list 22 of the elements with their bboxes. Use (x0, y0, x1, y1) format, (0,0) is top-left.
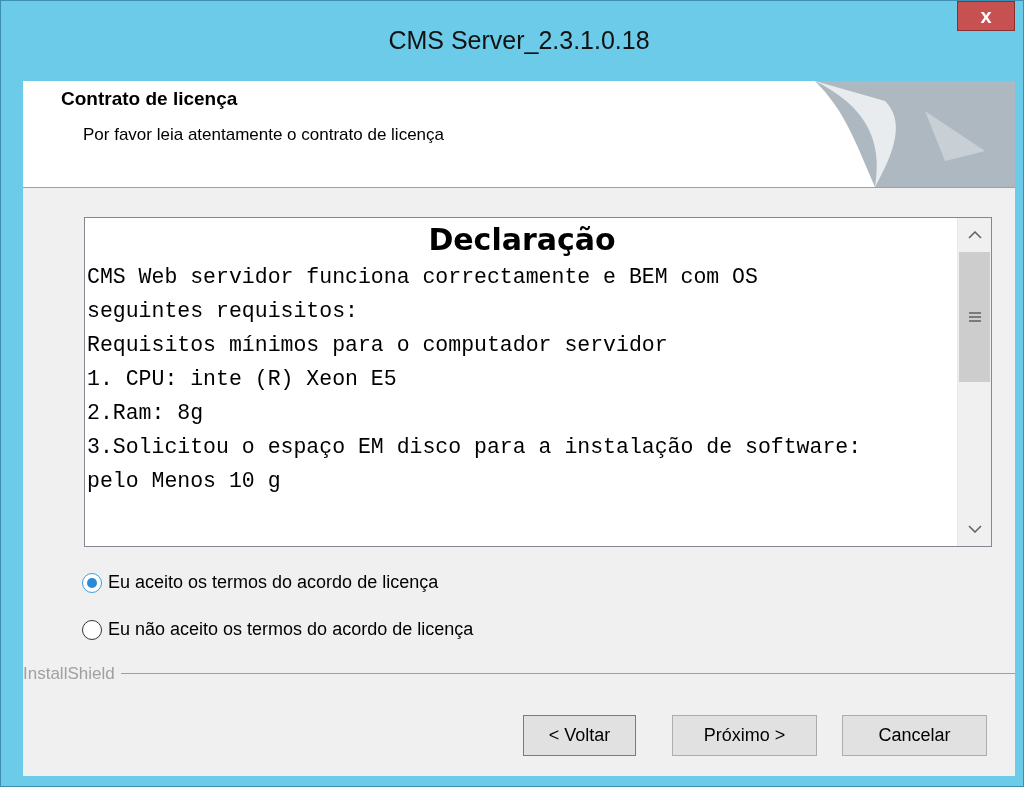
radio-option[interactable]: Eu aceito os termos do acordo de licença (82, 569, 439, 596)
license-line: 1. CPU: inte (R) Xeon E5 (87, 366, 398, 393)
radio-icon[interactable] (82, 619, 102, 640)
license-line: 3.Solicitou o espaço EM disco para a instalação de software: (87, 434, 863, 461)
license-heading: Declaração (427, 221, 617, 259)
radio-icon[interactable] (82, 572, 102, 593)
license-line: CMS Web servidor funciona correctamente e BEM com OS (87, 264, 759, 291)
dialog-button[interactable]: < Voltar (523, 714, 636, 756)
close-button[interactable]: x (957, 1, 1015, 31)
brand-label: InstallShield (23, 663, 116, 685)
license-line: 2.Ram: 8g (87, 400, 205, 427)
header-subtitle: Por favor leia atentamente o contrato de licença (82, 123, 444, 146)
scroll-thumb[interactable] (959, 252, 990, 382)
radio-option[interactable]: Eu não aceito os termos do acordo de licença (82, 616, 474, 643)
window-title: CMS Server_2.3.1.0.18 (387, 25, 651, 57)
license-line: seguintes requisitos: (87, 298, 359, 325)
scrollbar[interactable] (957, 218, 991, 546)
header-title: Contrato de licença (61, 87, 239, 111)
license-line: Requisitos mínimos para o computador servidor (87, 332, 669, 359)
dialog-button[interactable]: Cancelar (842, 714, 987, 756)
dialog-button[interactable]: Próximo > (672, 714, 817, 756)
license-line: pelo Menos 10 g (87, 468, 282, 495)
